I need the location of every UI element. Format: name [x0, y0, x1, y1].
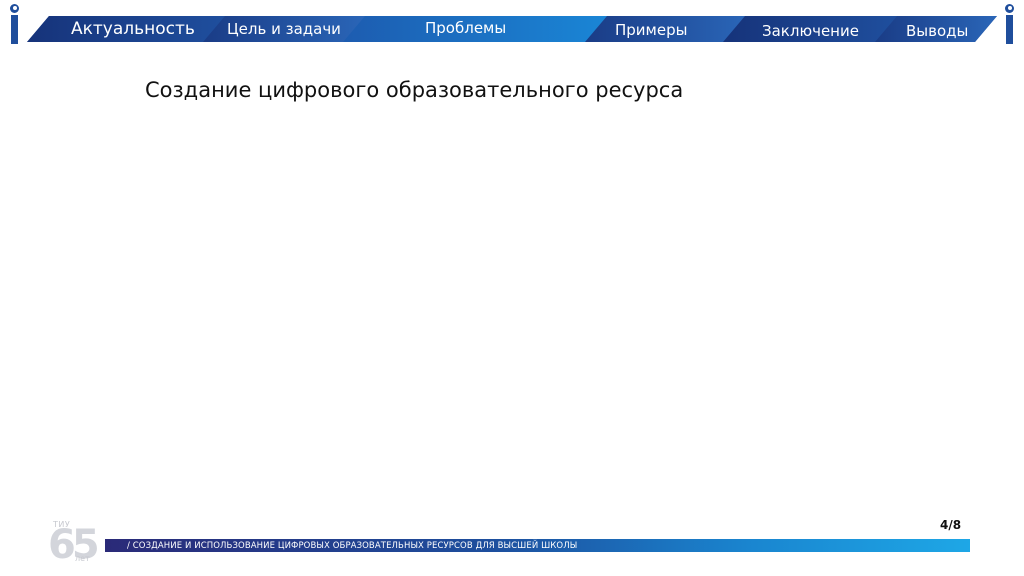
slide-title: Создание цифрового образовательного ресу… — [145, 78, 684, 102]
logo-stem — [1006, 15, 1013, 44]
tab-relevance[interactable]: Актуальность — [67, 16, 217, 42]
footer-bar: / СОЗДАНИЕ И ИСПОЛЬЗОВАНИЕ ЦИФРОВЫХ ОБРА… — [105, 539, 970, 552]
logo-dot-icon — [10, 4, 19, 13]
university-logo-right — [1003, 4, 1017, 44]
tab-problems[interactable]: Проблемы — [425, 16, 525, 42]
logo-stem — [11, 15, 18, 44]
university-logo-left — [8, 4, 22, 44]
logo-dot-icon — [1005, 4, 1014, 13]
tab-goals[interactable]: Цель и задачи — [227, 16, 357, 42]
anniversary-abbreviation: ТИУ — [53, 520, 71, 529]
page-number: 4/8 — [940, 518, 962, 532]
tab-conclusion[interactable]: Заключение — [762, 16, 872, 42]
tab-examples[interactable]: Примеры — [615, 16, 705, 42]
anniversary-logo: 65 ТИУ лет — [48, 520, 100, 568]
tab-findings[interactable]: Выводы — [906, 16, 976, 42]
section-navigation: Актуальность Цель и задачи Проблемы Прим… — [27, 16, 997, 42]
footer-caption: / СОЗДАНИЕ И ИСПОЛЬЗОВАНИЕ ЦИФРОВЫХ ОБРА… — [127, 541, 578, 551]
anniversary-years: лет — [75, 554, 90, 563]
